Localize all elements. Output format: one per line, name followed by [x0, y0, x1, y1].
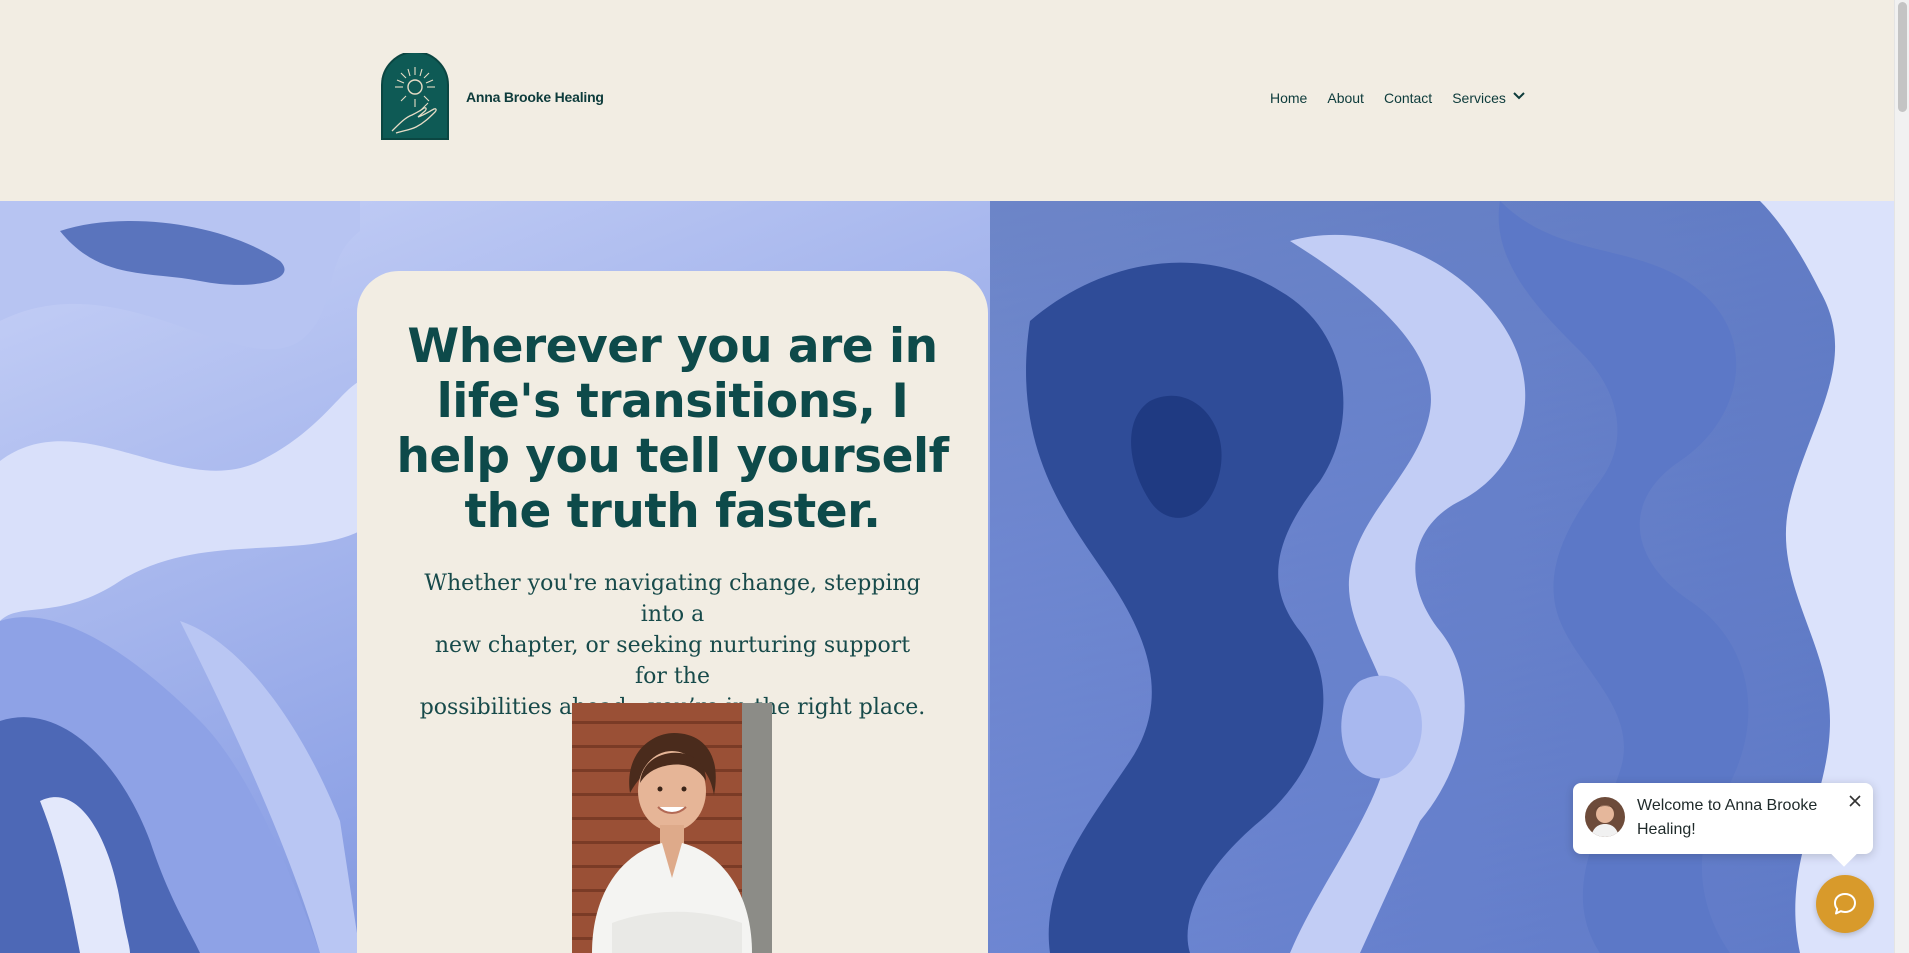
logo-icon[interactable]: [380, 51, 450, 141]
nav-about[interactable]: About: [1327, 90, 1364, 106]
hero-headline-line: the truth faster.: [464, 484, 881, 539]
brand-name[interactable]: Anna Brooke Healing: [466, 89, 604, 105]
nav-home[interactable]: Home: [1270, 90, 1307, 106]
chat-bubble-icon: [1834, 893, 1856, 915]
hero-card: Wherever you are in life's transitions, …: [357, 271, 988, 953]
nav-contact[interactable]: Contact: [1384, 90, 1432, 106]
site-header: Anna Brooke Healing Home About Contact S…: [0, 0, 1894, 201]
scrollbar-thumb[interactable]: [1898, 2, 1907, 112]
hero-subtext: Whether you're navigating change, steppi…: [417, 568, 928, 723]
hero-subtext-line: new chapter, or seeking nurturing suppor…: [434, 633, 911, 689]
portrait-photo: [572, 703, 772, 953]
hero-headline-line: Wherever you are in: [407, 319, 938, 374]
chevron-down-icon: [1512, 89, 1526, 106]
chat-launcher-button[interactable]: [1816, 875, 1874, 933]
hero-subtext-line: Whether you're navigating change, steppi…: [424, 571, 921, 627]
page-scrollbar[interactable]: [1894, 0, 1909, 953]
hero-headline: Wherever you are in life's transitions, …: [357, 319, 988, 539]
nav-services[interactable]: Services: [1452, 89, 1526, 106]
nav-services-label: Services: [1452, 89, 1506, 106]
page: Anna Brooke Healing Home About Contact S…: [0, 0, 1909, 953]
chat-welcome-text: Welcome to Anna Brooke Healing!: [1637, 797, 1818, 838]
hero-headline-line: life's transitions, I: [436, 374, 909, 429]
hero-headline-line: help you tell yourself: [396, 429, 949, 484]
close-icon[interactable]: [1847, 793, 1863, 809]
chat-welcome-bubble[interactable]: Welcome to Anna Brooke Healing!: [1573, 783, 1873, 854]
chat-avatar: [1585, 797, 1625, 837]
main-nav: Home About Contact Services: [1270, 89, 1526, 106]
